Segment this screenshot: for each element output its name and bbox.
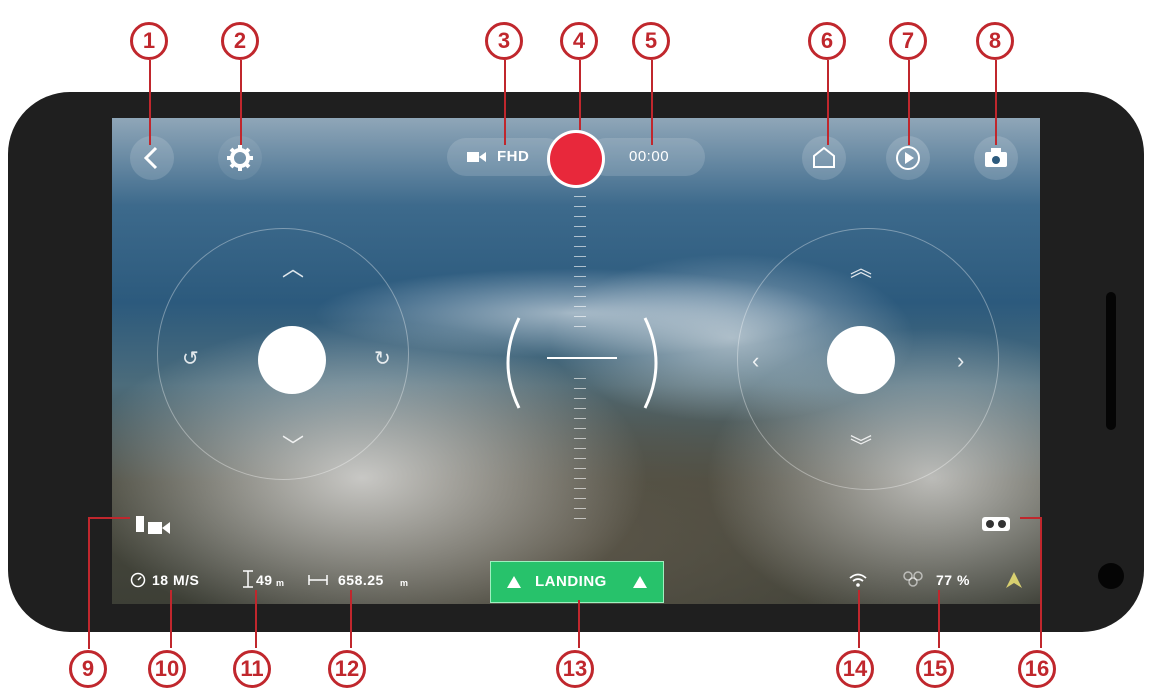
callout-leader bbox=[149, 60, 151, 145]
return-home-button[interactable] bbox=[802, 136, 846, 180]
left-arrow-icon: ‹ bbox=[752, 348, 760, 373]
callout-marker: 16 bbox=[1018, 650, 1056, 688]
ascend-arrow-icon: ︿ bbox=[282, 256, 305, 281]
forward-arrow-icon: ︽ bbox=[850, 256, 873, 281]
speed-readout: 18 M/S bbox=[152, 572, 200, 588]
phone-front-camera bbox=[1098, 563, 1124, 589]
left-joystick-thumb[interactable] bbox=[258, 326, 326, 394]
callout-marker: 6 bbox=[808, 22, 846, 60]
callout-marker: 11 bbox=[233, 650, 271, 688]
callout-marker: 3 bbox=[485, 22, 523, 60]
wifi-icon bbox=[849, 573, 867, 587]
callout-leader bbox=[578, 600, 580, 648]
callout-leader bbox=[651, 60, 653, 145]
callout-leader bbox=[1040, 517, 1042, 648]
back-button[interactable] bbox=[130, 136, 174, 180]
callout-leader bbox=[504, 60, 506, 145]
callout-marker: 15 bbox=[916, 650, 954, 688]
callout-leader bbox=[827, 60, 829, 145]
compass-icon bbox=[1006, 572, 1022, 588]
callout-leader bbox=[858, 590, 860, 648]
callout-marker: 12 bbox=[328, 650, 366, 688]
distance-unit: m bbox=[400, 578, 409, 588]
landing-up-right-icon bbox=[633, 576, 647, 588]
vr-headset-icon bbox=[982, 517, 1010, 531]
right-joystick-thumb[interactable] bbox=[827, 326, 895, 394]
callout-leader bbox=[170, 590, 172, 648]
callout-marker: 4 bbox=[560, 22, 598, 60]
callout-leader bbox=[240, 60, 242, 145]
right-arrow-icon: › bbox=[957, 348, 965, 373]
callout-marker: 1 bbox=[130, 22, 168, 60]
callout-leader bbox=[938, 590, 940, 648]
horizon-reticle bbox=[506, 317, 658, 409]
landing-button[interactable]: LANDING bbox=[490, 561, 664, 603]
callout-marker: 14 bbox=[836, 650, 874, 688]
distance-readout: 658.25 bbox=[338, 572, 384, 588]
backward-arrow-icon: ︾ bbox=[850, 434, 873, 459]
distance-icon bbox=[308, 575, 328, 585]
altitude-icon bbox=[243, 570, 253, 588]
callout-marker: 13 bbox=[556, 650, 594, 688]
callout-leader bbox=[908, 60, 910, 145]
callout-marker: 10 bbox=[148, 650, 186, 688]
callout-marker: 2 bbox=[221, 22, 259, 60]
landing-label: LANDING bbox=[535, 573, 607, 590]
callout-leader bbox=[255, 590, 257, 648]
landing-up-left-icon bbox=[507, 576, 521, 588]
altitude-unit: m bbox=[276, 578, 285, 588]
record-button-icon bbox=[550, 133, 602, 185]
callout-leader bbox=[88, 517, 90, 649]
record-button[interactable] bbox=[547, 130, 605, 188]
callout-marker: 9 bbox=[69, 650, 107, 688]
phone-speaker bbox=[1106, 292, 1116, 430]
camera-feed-screen[interactable]: FHD 00:00 ︿ ﹀ ↺ ↻ ︽ ︾ ‹ › 18 M/S 49 m 65… bbox=[112, 118, 1040, 604]
altitude-readout: 49 bbox=[256, 572, 273, 588]
callout-leader bbox=[1020, 517, 1042, 519]
callout-marker: 7 bbox=[889, 22, 927, 60]
home-icon bbox=[813, 146, 835, 168]
rotate-left-icon: ↺ bbox=[182, 348, 199, 370]
descend-arrow-icon: ﹀ bbox=[282, 434, 305, 459]
battery-readout: 77 % bbox=[936, 572, 970, 588]
callout-leader bbox=[88, 517, 130, 519]
follow-mode-button[interactable] bbox=[136, 510, 176, 538]
drone-battery-icon bbox=[903, 571, 923, 587]
chevron-left-icon bbox=[143, 146, 158, 170]
callout-leader bbox=[350, 590, 352, 648]
rotate-right-icon: ↻ bbox=[374, 348, 391, 370]
record-time: 00:00 bbox=[629, 148, 670, 165]
callout-marker: 5 bbox=[632, 22, 670, 60]
speed-gauge-icon bbox=[130, 572, 146, 588]
video-camera-icon bbox=[467, 152, 486, 162]
resolution-label: FHD bbox=[497, 148, 530, 165]
vr-mode-button[interactable] bbox=[980, 513, 1016, 537]
callout-leader bbox=[995, 60, 997, 145]
follow-camera-icon bbox=[136, 516, 170, 534]
callout-leader bbox=[579, 60, 581, 130]
callout-marker: 8 bbox=[976, 22, 1014, 60]
